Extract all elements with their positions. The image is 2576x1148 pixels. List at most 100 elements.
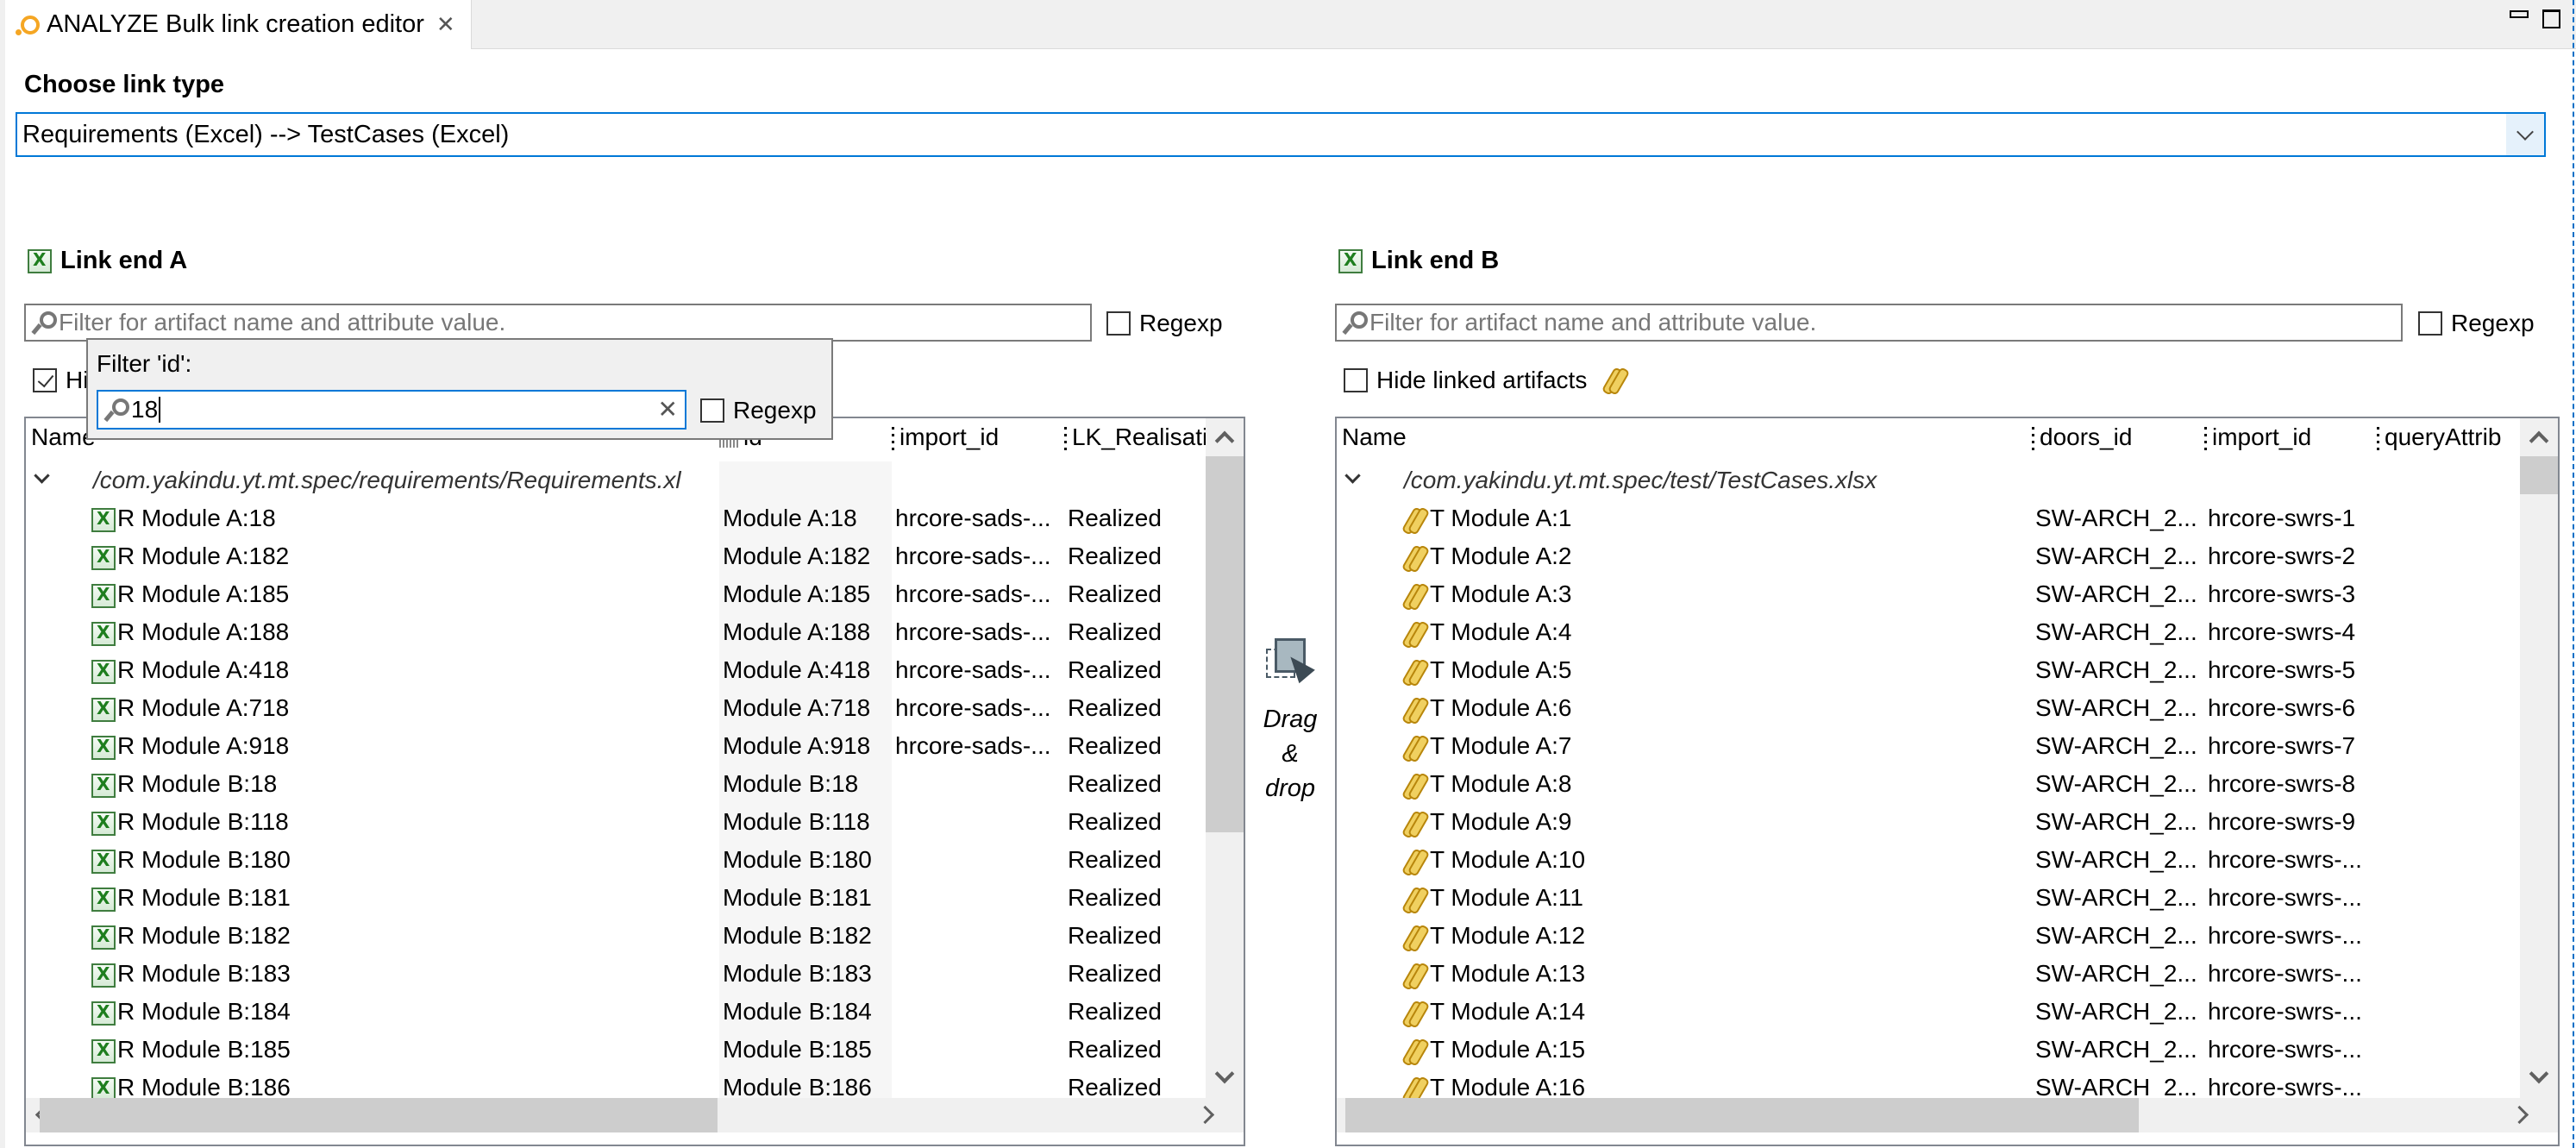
expand-chevron-icon[interactable] bbox=[34, 467, 50, 484]
row-import-id-cell: hrcore-swrs-... bbox=[2208, 884, 2362, 911]
table-row[interactable]: R Module A:188 Module A:188 hrcore-sads-..… bbox=[26, 613, 1244, 651]
linked-artifact-icon bbox=[1401, 543, 1431, 574]
row-import-id-cell: hrcore-swrs-... bbox=[2208, 998, 2362, 1025]
table-row[interactable]: T Module A:1 SW-ARCH_2... hrcore-swrs-1 bbox=[1337, 499, 2558, 537]
table-row[interactable]: R Module A:418 Module A:418 hrcore-sads-..… bbox=[26, 651, 1244, 689]
expand-chevron-icon[interactable] bbox=[1344, 467, 1361, 484]
end-a-regexp-box[interactable] bbox=[1106, 311, 1131, 336]
close-tab-icon[interactable]: ✕ bbox=[436, 11, 455, 38]
row-name: T Module A:8 bbox=[1430, 770, 1572, 797]
table-row[interactable]: T Module A:12 SW-ARCH_2... hrcore-swrs-... bbox=[1337, 917, 2558, 955]
end-b-hide-linked-box[interactable] bbox=[1344, 368, 1368, 392]
table-row[interactable]: T Module A:7 SW-ARCH_2... hrcore-swrs-7 bbox=[1337, 727, 2558, 765]
end-b-filter-input[interactable]: Filter for artifact name and attribute v… bbox=[1335, 304, 2403, 342]
table-row[interactable]: T Module A:9 SW-ARCH_2... hrcore-swrs-9 bbox=[1337, 803, 2558, 841]
row-doors-id-cell: SW-ARCH_2... bbox=[2035, 694, 2197, 721]
table-row[interactable]: R Module B:184 Module B:184 Realized bbox=[26, 993, 1244, 1031]
excel-icon bbox=[1338, 248, 1363, 273]
end-a-horizontal-scrollbar[interactable] bbox=[26, 1098, 1244, 1132]
table-row[interactable]: T Module A:10 SW-ARCH_2... hrcore-swrs-... bbox=[1337, 841, 2558, 879]
column-filter-input[interactable]: 18 ✕ bbox=[97, 390, 686, 430]
end-b-regexp-checkbox[interactable]: Regexp bbox=[2418, 310, 2535, 337]
column-filter-regexp-box[interactable] bbox=[700, 398, 724, 423]
analyze-icon bbox=[16, 14, 40, 36]
clear-filter-icon[interactable]: ✕ bbox=[658, 395, 678, 423]
table-row[interactable]: R Module A:182 Module A:182 hrcore-sads-..… bbox=[26, 537, 1244, 575]
table-row[interactable]: R Module B:180 Module B:180 Realized bbox=[26, 841, 1244, 879]
row-id-cell: Module A:718 bbox=[723, 694, 871, 721]
linked-artifact-icon bbox=[1401, 923, 1431, 953]
excel-icon bbox=[91, 507, 116, 532]
end-a-tree[interactable]: Name id import_id LK_Realisati /com.yaki… bbox=[24, 417, 1245, 1146]
combo-dropdown-button[interactable] bbox=[2506, 114, 2544, 155]
column-header-import-id[interactable]: import_id bbox=[2204, 423, 2311, 451]
table-row[interactable]: R Module A:18 Module A:18 hrcore-sads-... R… bbox=[26, 499, 1244, 537]
scroll-up-icon[interactable] bbox=[2529, 430, 2549, 451]
row-name: R Module A:182 bbox=[117, 543, 290, 569]
end-b-hide-linked-checkbox[interactable]: Hide linked artifacts bbox=[1344, 367, 1631, 396]
column-header-doors-id[interactable]: doors_id bbox=[2032, 423, 2132, 451]
table-row[interactable]: T Module A:5 SW-ARCH_2... hrcore-swrs-5 bbox=[1337, 651, 2558, 689]
end-b-vertical-scrollbar[interactable] bbox=[2520, 418, 2558, 1098]
end-b-horizontal-thumb[interactable] bbox=[1345, 1098, 2139, 1132]
row-name: R Module B:182 bbox=[117, 922, 291, 949]
maximize-icon[interactable] bbox=[2542, 9, 2560, 28]
minimize-icon[interactable] bbox=[2510, 10, 2529, 18]
row-doors-id-cell: SW-ARCH_2... bbox=[2035, 580, 2197, 607]
linked-artifact-icon bbox=[1401, 695, 1431, 725]
table-row[interactable]: R Module B:185 Module B:185 Realized bbox=[26, 1031, 1244, 1069]
table-row[interactable]: T Module A:8 SW-ARCH_2... hrcore-swrs-8 bbox=[1337, 765, 2558, 803]
tree-group-row[interactable]: /com.yakindu.yt.mt.spec/requirements/Req… bbox=[26, 461, 1244, 499]
table-row[interactable]: T Module A:2 SW-ARCH_2... hrcore-swrs-2 bbox=[1337, 537, 2558, 575]
scroll-down-icon[interactable] bbox=[2529, 1063, 2549, 1084]
scroll-down-icon[interactable] bbox=[1214, 1063, 1235, 1084]
table-row[interactable]: T Module A:15 SW-ARCH_2... hrcore-swrs-... bbox=[1337, 1031, 2558, 1069]
scroll-right-icon[interactable] bbox=[2510, 1105, 2529, 1125]
table-row[interactable]: T Module A:11 SW-ARCH_2... hrcore-swrs-... bbox=[1337, 879, 2558, 917]
column-header-import-id[interactable]: import_id bbox=[892, 423, 999, 451]
table-row[interactable]: T Module A:4 SW-ARCH_2... hrcore-swrs-4 bbox=[1337, 613, 2558, 651]
row-name: R Module A:718 bbox=[117, 694, 290, 721]
column-filter-regexp-checkbox[interactable]: Regexp bbox=[700, 397, 817, 424]
end-a-regexp-checkbox[interactable]: Regexp bbox=[1106, 310, 1223, 337]
table-row[interactable]: R Module B:181 Module B:181 Realized bbox=[26, 879, 1244, 917]
column-header-lk-realisation[interactable]: LK_Realisati bbox=[1064, 423, 1207, 451]
end-a-vertical-scrollbar[interactable] bbox=[1206, 418, 1244, 1098]
drag-drop-area[interactable]: Drag & drop bbox=[1257, 638, 1323, 806]
row-name: T Module A:11 bbox=[1430, 884, 1583, 911]
column-header-name[interactable]: Name bbox=[1342, 423, 1407, 451]
link-end-b-title: Link end B bbox=[1371, 247, 1500, 274]
end-a-horizontal-thumb[interactable] bbox=[40, 1098, 718, 1132]
row-name: T Module A:15 bbox=[1430, 1036, 1586, 1063]
end-a-hide-linked-box[interactable] bbox=[33, 368, 57, 392]
excel-icon bbox=[91, 583, 116, 608]
row-doors-id-cell: SW-ARCH_2... bbox=[2035, 960, 2197, 987]
row-name: T Module A:2 bbox=[1430, 543, 1572, 569]
end-a-filter-input[interactable]: Filter for artifact name and attribute v… bbox=[24, 304, 1092, 342]
table-row[interactable]: R Module A:718 Module A:718 hrcore-sads-..… bbox=[26, 689, 1244, 727]
end-b-header: Name doors_id import_id queryAttrib bbox=[1337, 418, 2558, 461]
tree-group-row[interactable]: /com.yakindu.yt.mt.spec/test/TestCases.x… bbox=[1337, 461, 2558, 499]
table-row[interactable]: T Module A:14 SW-ARCH_2... hrcore-swrs-... bbox=[1337, 993, 2558, 1031]
end-b-vertical-thumb[interactable] bbox=[2520, 456, 2558, 494]
scroll-right-icon[interactable] bbox=[1195, 1105, 1215, 1125]
end-b-horizontal-scrollbar[interactable] bbox=[1337, 1098, 2558, 1132]
link-type-combo[interactable]: Requirements (Excel) --> TestCases (Exce… bbox=[16, 112, 2546, 157]
table-row[interactable]: T Module A:6 SW-ARCH_2... hrcore-swrs-6 bbox=[1337, 689, 2558, 727]
scroll-up-icon[interactable] bbox=[1214, 430, 1235, 451]
table-row[interactable]: R Module B:118 Module B:118 Realized bbox=[26, 803, 1244, 841]
table-row[interactable]: T Module A:3 SW-ARCH_2... hrcore-swrs-3 bbox=[1337, 575, 2558, 613]
table-row[interactable]: R Module A:185 Module A:185 hrcore-sads-..… bbox=[26, 575, 1244, 613]
row-lk-cell: Realized bbox=[1068, 1036, 1162, 1063]
table-row[interactable]: R Module B:18 Module B:18 Realized bbox=[26, 765, 1244, 803]
editor-tab[interactable]: ANALYZE Bulk link creation editor ✕ bbox=[5, 0, 472, 49]
table-row[interactable]: R Module B:182 Module B:182 Realized bbox=[26, 917, 1244, 955]
column-header-query-attrib[interactable]: queryAttrib bbox=[2377, 423, 2501, 451]
end-b-regexp-box[interactable] bbox=[2418, 311, 2442, 336]
end-a-vertical-thumb[interactable] bbox=[1206, 456, 1244, 832]
row-lk-cell: Realized bbox=[1068, 846, 1162, 873]
end-b-tree[interactable]: Name doors_id import_id queryAttrib /com… bbox=[1335, 417, 2560, 1146]
table-row[interactable]: T Module A:13 SW-ARCH_2... hrcore-swrs-... bbox=[1337, 955, 2558, 993]
table-row[interactable]: R Module A:918 Module A:918 hrcore-sads-..… bbox=[26, 727, 1244, 765]
table-row[interactable]: R Module B:183 Module B:183 Realized bbox=[26, 955, 1244, 993]
